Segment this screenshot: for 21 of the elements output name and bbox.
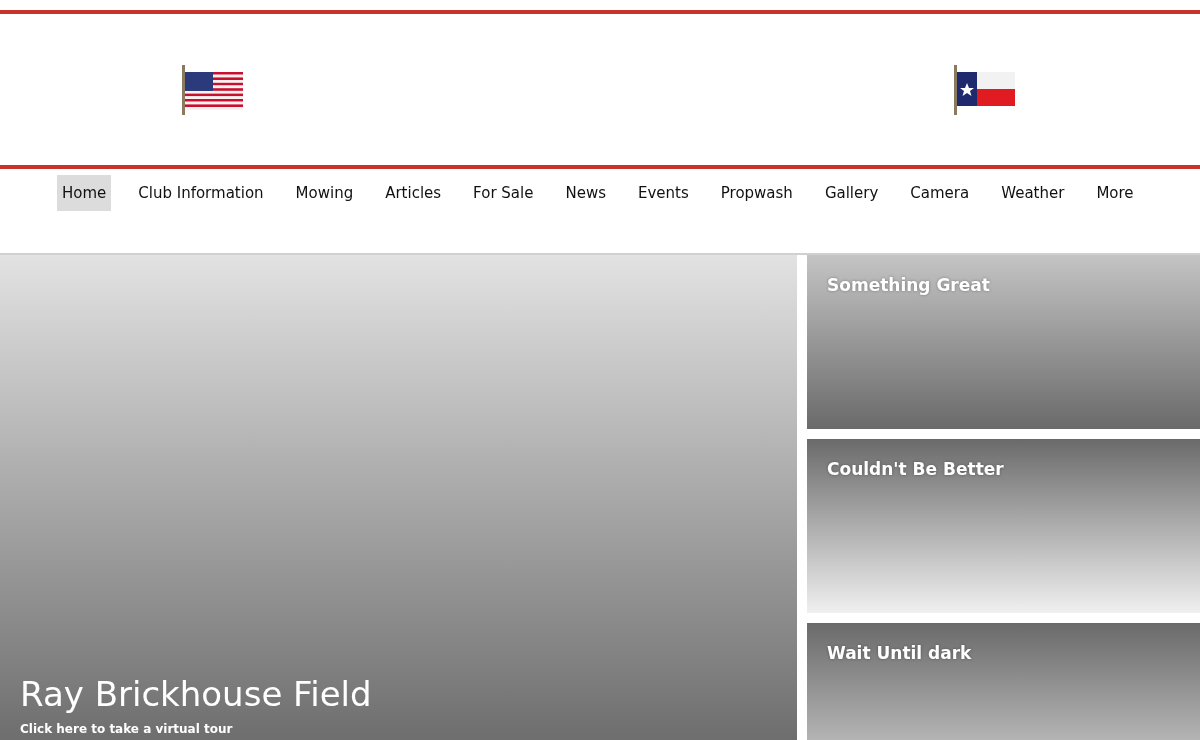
nav-link[interactable]: Home: [57, 175, 112, 211]
nav-link[interactable]: Articles: [380, 175, 447, 211]
nav-link[interactable]: More: [1091, 175, 1139, 211]
nav-link[interactable]: Events: [633, 175, 694, 211]
nav-link[interactable]: Gallery: [819, 175, 884, 211]
feature-card[interactable]: Couldn't Be Better: [807, 439, 1200, 613]
texas-flag-icon: [953, 63, 1017, 116]
nav-link[interactable]: Camera: [905, 175, 975, 211]
feature-card[interactable]: Wait Until dark: [807, 623, 1200, 740]
nav-link[interactable]: Mowing: [290, 175, 359, 211]
nav-link[interactable]: Club Information: [133, 175, 269, 211]
nav-link[interactable]: Weather: [996, 175, 1070, 211]
card-title: Something Great: [827, 275, 991, 295]
card-title: Couldn't Be Better: [827, 459, 1005, 479]
nav-link[interactable]: Propwash: [715, 175, 798, 211]
nav-link[interactable]: News: [560, 175, 611, 211]
virtual-tour-link[interactable]: Click here to take a virtual tour: [20, 722, 233, 736]
card-title: Wait Until dark: [827, 643, 973, 663]
nav-link[interactable]: For Sale: [468, 175, 539, 211]
american-flag-icon: [181, 63, 245, 116]
hero-title: Ray Brickhouse Field: [20, 674, 373, 714]
